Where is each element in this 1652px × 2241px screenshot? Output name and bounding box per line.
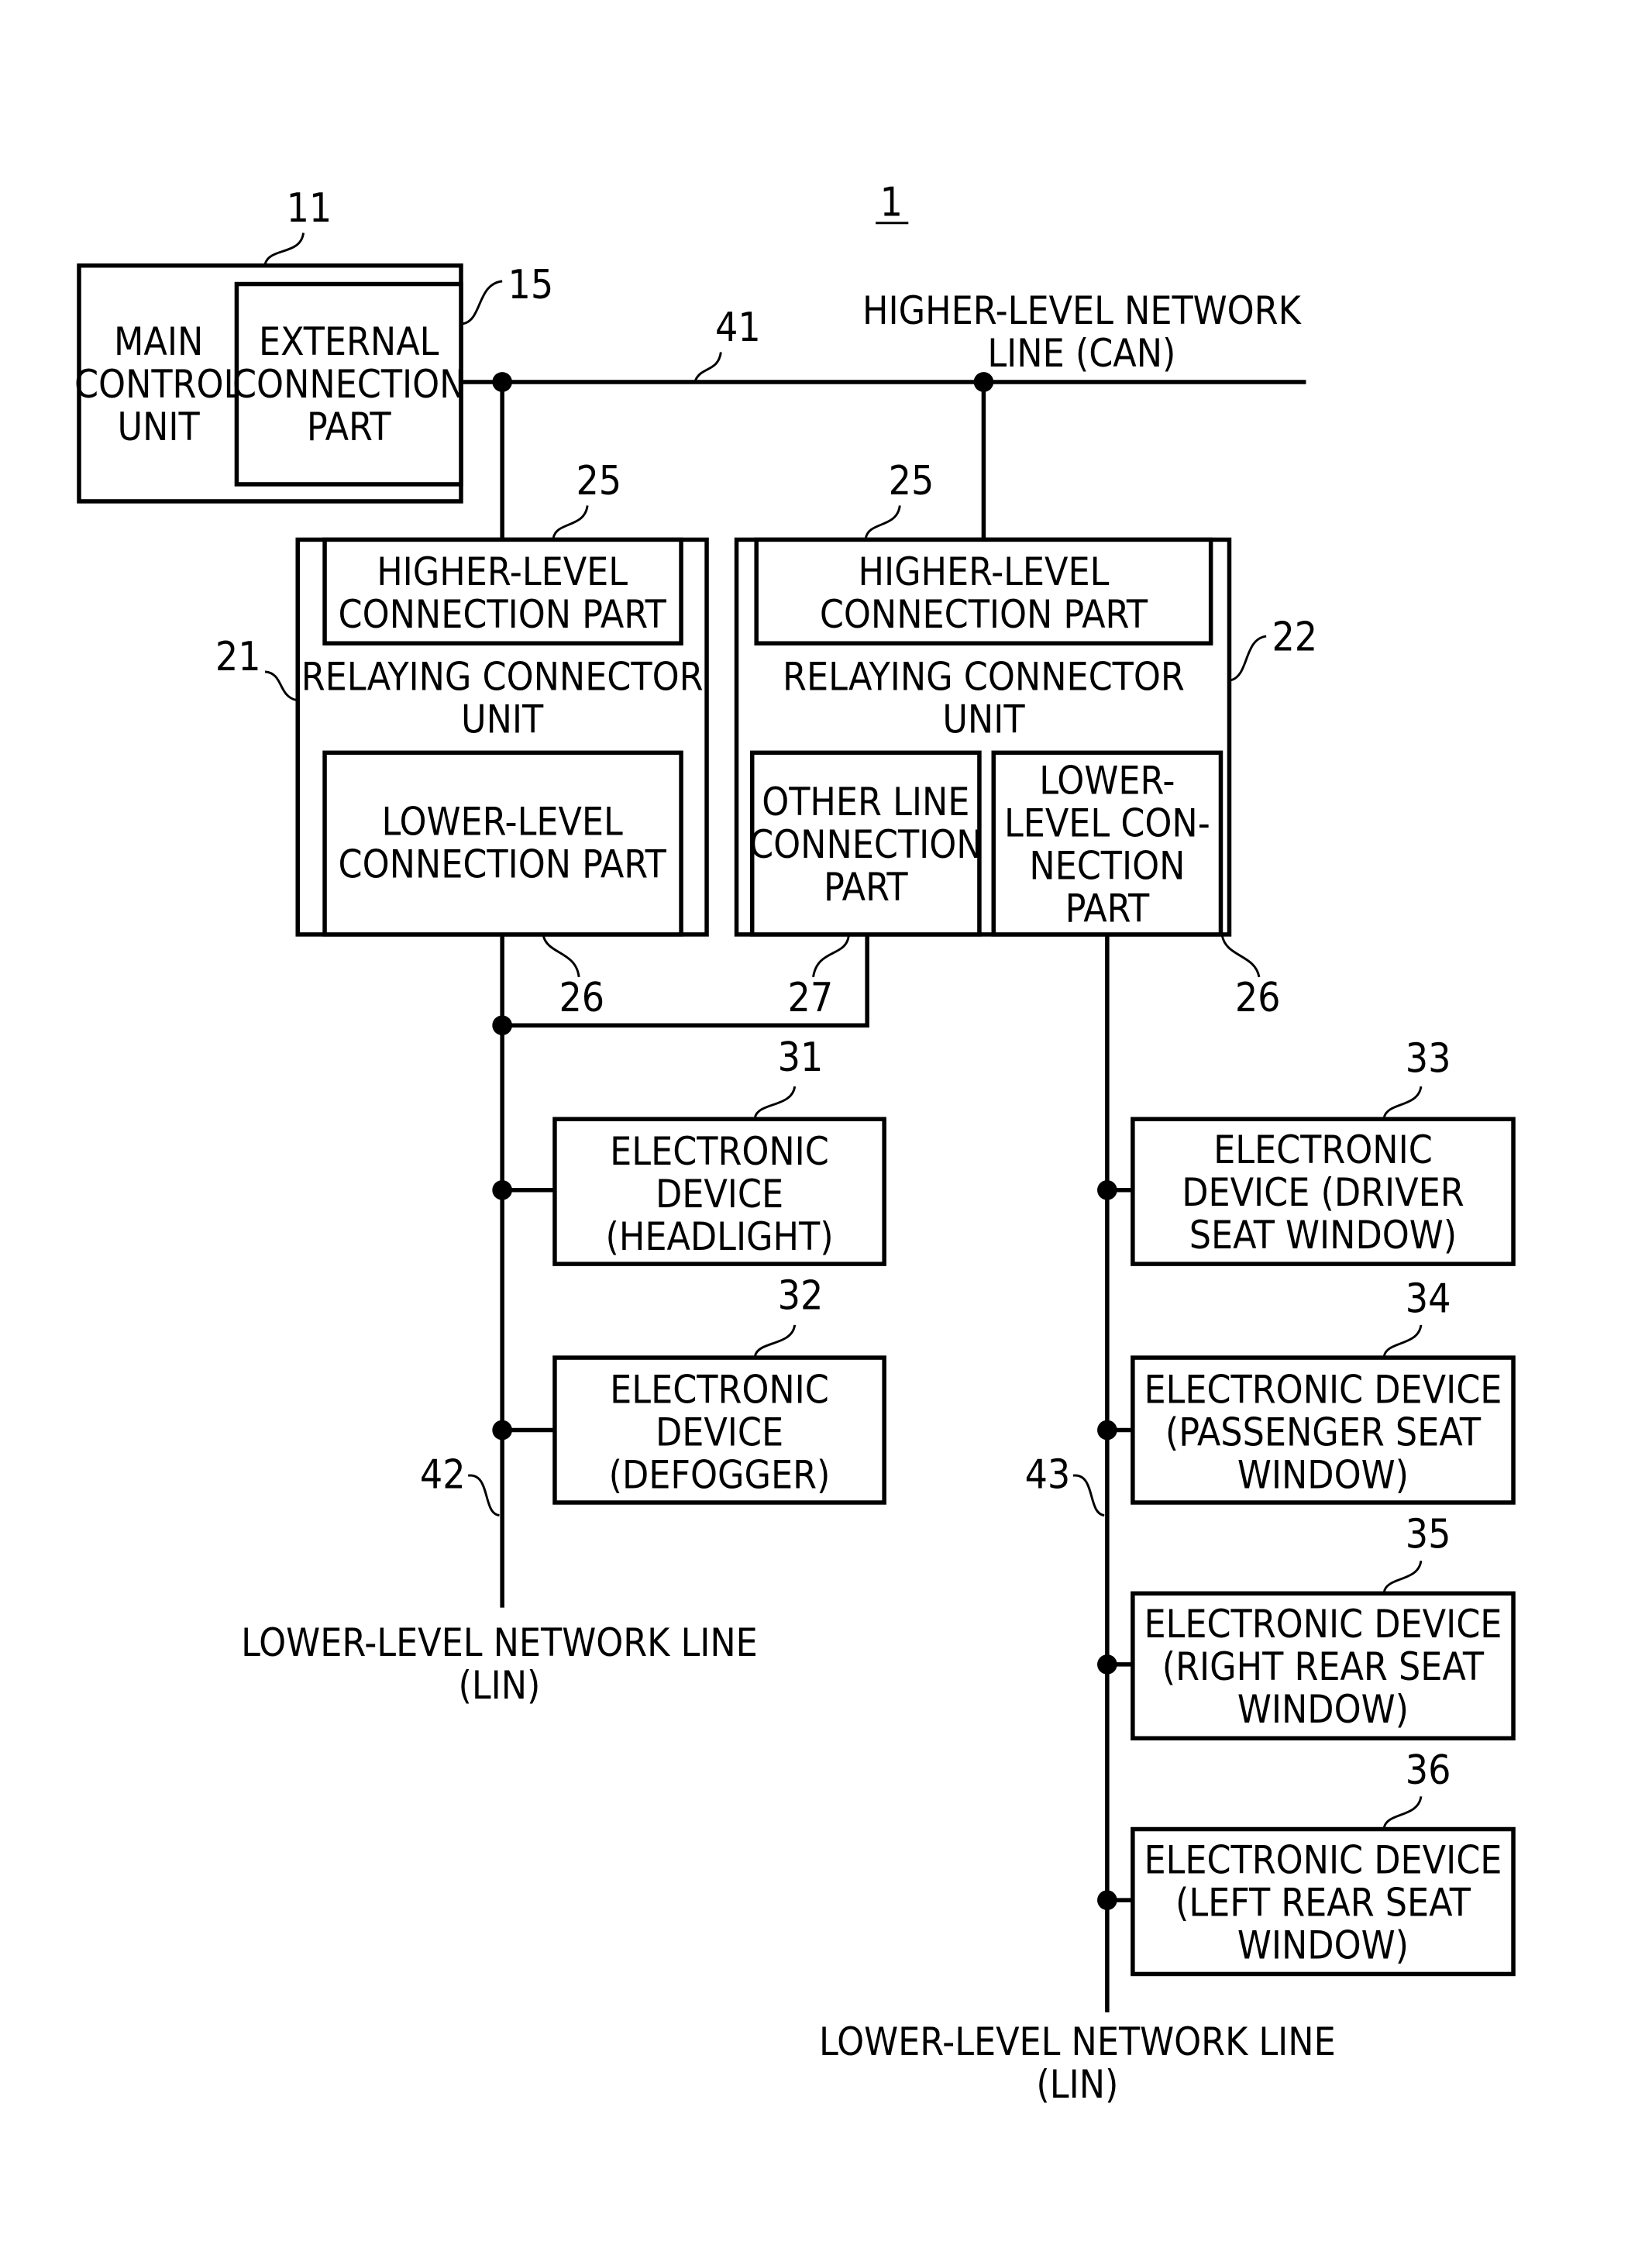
external-connection-label-2: CONNECTION xyxy=(232,362,465,407)
device-32-label-1: ELECTRONIC xyxy=(610,1368,829,1413)
device-32-ref: 32 xyxy=(778,1273,824,1320)
lin-42-leader xyxy=(467,1474,500,1516)
device-33-label-2: DEVICE (DRIVER xyxy=(1182,1170,1464,1215)
main-control-unit-label-2: CONTROL xyxy=(74,362,243,407)
other-line-label-2: CONNECTION xyxy=(749,822,982,867)
relay-unit-22-label-2: UNIT xyxy=(942,697,1025,742)
electronic-device-36: ELECTRONIC DEVICE (LEFT REAR SEAT WINDOW… xyxy=(1131,1747,1516,1977)
lower-connection-21-label-2: CONNECTION PART xyxy=(339,842,667,887)
device-34-ref: 34 xyxy=(1406,1275,1451,1322)
relaying-connector-unit-22: 22 HIGHER-LEVEL CONNECTION PART 25 RELAY… xyxy=(734,458,1317,1021)
main-control-unit-label-3: UNIT xyxy=(118,404,201,449)
network-diagram: 1 HIGHER-LEVEL NETWORK LINE (CAN) 41 MAI… xyxy=(74,180,1516,2107)
device-36-leader xyxy=(1382,1796,1423,1829)
lin-43-ref: 43 xyxy=(1025,1452,1071,1499)
device-32-label-3: (DEFOGGER) xyxy=(609,1453,831,1498)
lin-43-leader xyxy=(1072,1474,1105,1516)
device-33-label-1: ELECTRONIC xyxy=(1213,1127,1433,1172)
lower-connection-22-label-4: PART xyxy=(1065,886,1150,931)
relay-unit-21-label-1: RELAYING CONNECTOR xyxy=(301,655,704,700)
lower-level-network-line-42: 42 LOWER-LEVEL NETWORK LINE (LIN) xyxy=(241,934,869,1708)
main-control-unit-label-1: MAIN xyxy=(114,319,203,364)
device-35-label-2: (RIGHT REAR SEAT xyxy=(1162,1644,1485,1689)
main-control-unit-ref: 11 xyxy=(287,185,332,232)
device-36-label-2: (LEFT REAR SEAT xyxy=(1175,1880,1471,1925)
device-33-ref: 33 xyxy=(1406,1036,1451,1083)
device-34-label-1: ELECTRONIC DEVICE xyxy=(1144,1368,1502,1413)
lower-connection-22-label-2: LEVEL CON- xyxy=(1004,800,1210,845)
device-33-leader xyxy=(1382,1086,1423,1118)
device-35-label-1: ELECTRONIC DEVICE xyxy=(1144,1602,1502,1647)
lower-connection-21-ref: 26 xyxy=(559,975,604,1021)
external-connection-leader xyxy=(462,280,503,325)
relay-unit-22-leader xyxy=(1230,635,1267,682)
lower-connection-21-label-1: LOWER-LEVEL xyxy=(381,800,623,845)
can-ref-number: 41 xyxy=(715,305,761,351)
relaying-connector-unit-21: 21 HIGHER-LEVEL CONNECTION PART 25 RELAY… xyxy=(215,458,709,1021)
lower-connection-22-leader xyxy=(1220,935,1261,978)
relay-unit-22-ref: 22 xyxy=(1272,614,1317,660)
external-connection-label-1: EXTERNAL xyxy=(259,319,439,364)
higher-connection-21-label-2: CONNECTION PART xyxy=(339,592,667,637)
device-34-label-3: WINDOW) xyxy=(1237,1453,1409,1498)
device-31-ref: 31 xyxy=(778,1034,824,1081)
lin-43-label-2: (LIN) xyxy=(1036,2062,1118,2107)
higher-connection-22-leader xyxy=(864,505,901,539)
external-connection-ref: 15 xyxy=(508,262,553,308)
other-line-label-3: PART xyxy=(824,865,908,910)
device-36-ref: 36 xyxy=(1406,1747,1451,1794)
lin-43-label-1: LOWER-LEVEL NETWORK LINE xyxy=(819,2019,1336,2064)
higher-connection-21-label-1: HIGHER-LEVEL xyxy=(377,549,628,594)
device-31-label-3: (HEADLIGHT) xyxy=(606,1214,834,1259)
relay-unit-21-label-2: UNIT xyxy=(461,697,544,742)
relay-unit-21-leader xyxy=(264,670,297,701)
lin-42-label-2: (LIN) xyxy=(459,1663,541,1708)
device-34-leader xyxy=(1382,1324,1423,1357)
device-31-label-1: ELECTRONIC xyxy=(610,1129,829,1174)
electronic-device-31: ELECTRONIC DEVICE (HEADLIGHT) 31 xyxy=(552,1034,886,1266)
other-line-leader xyxy=(812,935,850,978)
figure-number: 1 xyxy=(876,180,909,226)
lower-connection-22-label-3: NECTION xyxy=(1029,843,1185,888)
figure-number-text: 1 xyxy=(880,180,903,226)
device-35-leader xyxy=(1382,1560,1423,1592)
main-control-unit-leader xyxy=(263,232,305,265)
device-31-leader xyxy=(753,1086,797,1118)
device-35-label-3: WINDOW) xyxy=(1237,1687,1409,1732)
device-32-leader xyxy=(753,1324,797,1357)
can-label-line-2: LINE (CAN) xyxy=(987,331,1175,376)
junction-dot-other-line xyxy=(492,1015,512,1036)
electronic-device-33: ELECTRONIC DEVICE (DRIVER SEAT WINDOW) 3… xyxy=(1131,1036,1516,1266)
higher-connection-22-ref: 25 xyxy=(889,458,934,504)
higher-connection-22-label-2: CONNECTION PART xyxy=(820,592,1148,637)
lower-connection-21-leader xyxy=(542,935,580,978)
other-line-ref: 27 xyxy=(788,975,834,1021)
device-31-label-2: DEVICE xyxy=(656,1172,783,1217)
relay-unit-22-label-1: RELAYING CONNECTOR xyxy=(783,655,1185,700)
other-line-label-1: OTHER LINE xyxy=(762,780,969,824)
electronic-device-35: ELECTRONIC DEVICE (RIGHT REAR SEAT WINDO… xyxy=(1131,1512,1516,1740)
device-35-ref: 35 xyxy=(1406,1512,1451,1558)
relay-unit-21-ref: 21 xyxy=(215,634,261,680)
external-connection-label-3: PART xyxy=(307,404,391,449)
device-36-label-1: ELECTRONIC DEVICE xyxy=(1144,1837,1502,1882)
device-36-label-3: WINDOW) xyxy=(1237,1923,1409,1967)
device-33-label-3: SEAT WINDOW) xyxy=(1189,1213,1457,1258)
device-34-label-2: (PASSENGER SEAT xyxy=(1165,1410,1482,1455)
lower-connection-22-label-1: LOWER- xyxy=(1039,758,1175,803)
can-label-line-1: HIGHER-LEVEL NETWORK xyxy=(862,288,1303,333)
lin-42-label-1: LOWER-LEVEL NETWORK LINE xyxy=(241,1620,758,1665)
higher-connection-21-ref: 25 xyxy=(576,458,621,504)
lower-connection-22-ref: 26 xyxy=(1235,975,1281,1021)
electronic-device-34: ELECTRONIC DEVICE (PASSENGER SEAT WINDOW… xyxy=(1131,1275,1516,1505)
higher-connection-22-label-1: HIGHER-LEVEL xyxy=(858,549,1109,594)
can-leader-line xyxy=(694,352,722,381)
higher-connection-21-leader xyxy=(552,505,589,539)
lin-42-ref: 42 xyxy=(420,1452,466,1499)
electronic-device-32: ELECTRONIC DEVICE (DEFOGGER) 32 xyxy=(552,1273,886,1505)
device-32-label-2: DEVICE xyxy=(656,1410,783,1455)
